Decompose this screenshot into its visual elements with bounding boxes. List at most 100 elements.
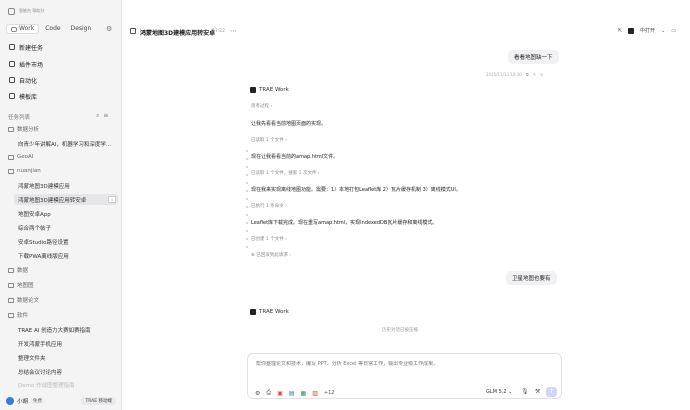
user-name: 小胡 (17, 398, 29, 405)
tools-icon[interactable]: ⚒ (535, 388, 540, 395)
folder-icon (8, 154, 14, 160)
task-list-header: 任务列表 (8, 115, 31, 121)
task-item[interactable]: 综合两个帖子 (14, 222, 118, 233)
trae-mobile-button[interactable]: TRAE 移动端 (81, 396, 116, 405)
task-badge-icon: ⫶ (108, 196, 116, 203)
message-meta: 2025/11/13 10:30 ⧉ ✎ ↻ (486, 72, 544, 77)
mode-tabs: Work Code Design (6, 24, 95, 34)
user-message: 看看地图缺一下 (508, 50, 559, 64)
settings-icon[interactable]: ⚙ (106, 25, 112, 33)
more-icon[interactable]: ⋯ (230, 27, 237, 35)
nav-templates[interactable]: 模板库 (6, 90, 114, 102)
rollback-row[interactable]: ⊕ 已回滚到此请求 › (251, 252, 291, 258)
created-file-toggle[interactable]: 已创建 1 个文件 › (251, 236, 287, 242)
rollback-icon: ⊕ (251, 253, 255, 258)
mic-icon[interactable]: 🎙 (521, 388, 529, 395)
sheet-icon[interactable]: ▦ (301, 390, 307, 397)
folder-icon (8, 267, 14, 273)
header-tools: ⇱ 中打开 ⌄ ▭ (618, 27, 676, 34)
task-item[interactable]: 开发鸿蒙手机应用 (14, 338, 118, 349)
doc-icon[interactable]: ▤ (289, 390, 295, 397)
chat-title: 鸿蒙地图3D建模应用转安卓 (140, 30, 216, 37)
tab-code[interactable]: Code (41, 24, 64, 34)
task-item[interactable]: 整理文件夹 (14, 352, 118, 363)
new-task-icon (9, 44, 15, 50)
retry-icon[interactable]: ↻ (540, 72, 543, 77)
task-item[interactable]: TRAE AI 创造力大赛如赛指南 (14, 324, 118, 335)
agent-header: TRAE Work (250, 309, 289, 315)
automation-icon (9, 77, 15, 83)
user-message: 卫星地图也要有 (506, 271, 557, 285)
nav-plugin-market[interactable]: 插件市场 (6, 58, 114, 70)
tab-work[interactable]: Work (6, 24, 40, 34)
agent-header: TRAE Work (250, 87, 289, 93)
image-icon[interactable]: ▣ (277, 390, 283, 397)
main-panel: 鸿蒙地图3D建模应用转安卓 17:22 ⋯ ⇱ 中打开 ⌄ ▭ 看看地图缺一下 … (122, 0, 690, 410)
settings-icon[interactable]: ⚙ (255, 390, 260, 397)
avatar[interactable] (6, 396, 14, 405)
model-select[interactable]: GLM 5.2 ⌄ (486, 389, 512, 395)
folder-icon (8, 126, 14, 132)
chat-icon (130, 28, 136, 34)
folder-icon (8, 312, 14, 318)
plus-count[interactable]: +12 (324, 390, 335, 396)
trae-logo-icon (250, 87, 256, 93)
plugin-market-icon (9, 61, 15, 67)
history-compressed-label: 历史对话已被压缩 (382, 328, 418, 333)
attach-icon[interactable]: ⎙ (266, 389, 271, 397)
read-files-toggle[interactable]: 已读取 1 个文件 › (251, 137, 287, 143)
chat-header: 鸿蒙地图3D建模应用转安卓 17:22 ⋯ ⇱ 中打开 ⌄ ▭ (122, 26, 690, 40)
task-item-selected[interactable]: 鸿蒙地图3D建模应用转安卓 ⫶ (14, 194, 118, 205)
topbar-text: 智能台 帮助分 (19, 8, 45, 13)
task-item[interactable]: 总结会议讨论内容 (14, 366, 118, 377)
chat-time: 17:22 (212, 29, 225, 34)
agent-text: 现在让我看看当前的amap.html文件。 (251, 154, 339, 160)
chat-input-box: ⚙ ⎙ ▣ ▤ ▦ ▥ +12 GLM 5.2 ⌄ 🎙 ⚒ ↑ (247, 353, 562, 399)
tab-design[interactable]: Design (67, 24, 96, 34)
nav-new-task[interactable]: 新建任务 (6, 41, 114, 53)
nav-automation[interactable]: 自动化 (6, 74, 114, 86)
send-button[interactable]: ↑ (546, 387, 557, 397)
task-item[interactable]: Demo 作战图整理指南 (14, 379, 118, 390)
folder-data[interactable]: 数据 (8, 265, 28, 275)
folder-papers[interactable]: 数据论文 (8, 295, 39, 305)
think-toggle[interactable]: 思考过程 › (251, 103, 272, 109)
folder-software[interactable]: 软件 (8, 310, 28, 320)
folder-icon (8, 168, 14, 174)
user-bar: 小胡 免费 TRAE 移动端 (6, 395, 116, 406)
app-icon (628, 27, 635, 34)
pdf-icon[interactable]: ▥ (312, 390, 318, 397)
agent-text: 让我先看看当前地图页面的实现。 (251, 121, 327, 127)
task-item[interactable]: 向青少年讲解AI，机器学习和深度学... (14, 138, 118, 149)
panel-toggle-icon[interactable]: ▭ (671, 28, 676, 34)
open-in-label[interactable]: 中打开 (640, 27, 655, 34)
sidebar-topbar: 智能台 帮助分 (8, 6, 44, 16)
task-item[interactable]: 下载PWA离线版应用 (14, 250, 118, 261)
read-search-toggle[interactable]: 已读取 1 个文件，搜索 1 次文件 › (251, 170, 320, 176)
command-toggle[interactable]: 已执行 1 条命令 › (251, 203, 287, 209)
chevron-down-icon[interactable]: ⌄ (661, 28, 665, 34)
edit-icon[interactable]: ✎ (533, 72, 536, 77)
folder-data-analysis[interactable]: 数据分析 (8, 124, 39, 134)
folder-icon (8, 297, 14, 303)
copy-icon[interactable]: ⧉ (526, 72, 529, 77)
task-list-tools: ⌕ ≡ (96, 112, 108, 120)
task-item[interactable]: 安卓Studio路径设置 (14, 236, 118, 247)
input-tools: ⚙ ⎙ ▣ ▤ ▦ ▥ +12 (255, 389, 334, 397)
folder-geoai[interactable]: GeoAI (8, 152, 33, 162)
chat-input[interactable] (256, 361, 556, 367)
window-icon[interactable] (8, 7, 15, 15)
folder-nuanjian[interactable]: nuanjian (8, 166, 41, 176)
filter-icon[interactable]: ≡ (103, 112, 108, 120)
template-icon (9, 93, 15, 99)
share-icon[interactable]: ⇱ (618, 28, 622, 34)
work-icon (11, 26, 17, 32)
task-item[interactable]: 鸿蒙地图3D建模应用 (14, 180, 118, 191)
search-icon[interactable]: ⌕ (96, 112, 99, 120)
folder-icon (8, 282, 14, 288)
task-item[interactable]: 地图安卓App (14, 208, 118, 219)
folder-maps[interactable]: 地图图 (8, 280, 34, 290)
plan-badge: 免费 (31, 397, 45, 404)
agent-text: 现在我来实现离线地图功能。需要：1）本地打包Leaflet库 2）瓦片缓存机制 … (251, 187, 461, 193)
agent-text: Leaflet库下载完成。现在重写amap.html，实现IndexedDB瓦片… (251, 220, 438, 226)
